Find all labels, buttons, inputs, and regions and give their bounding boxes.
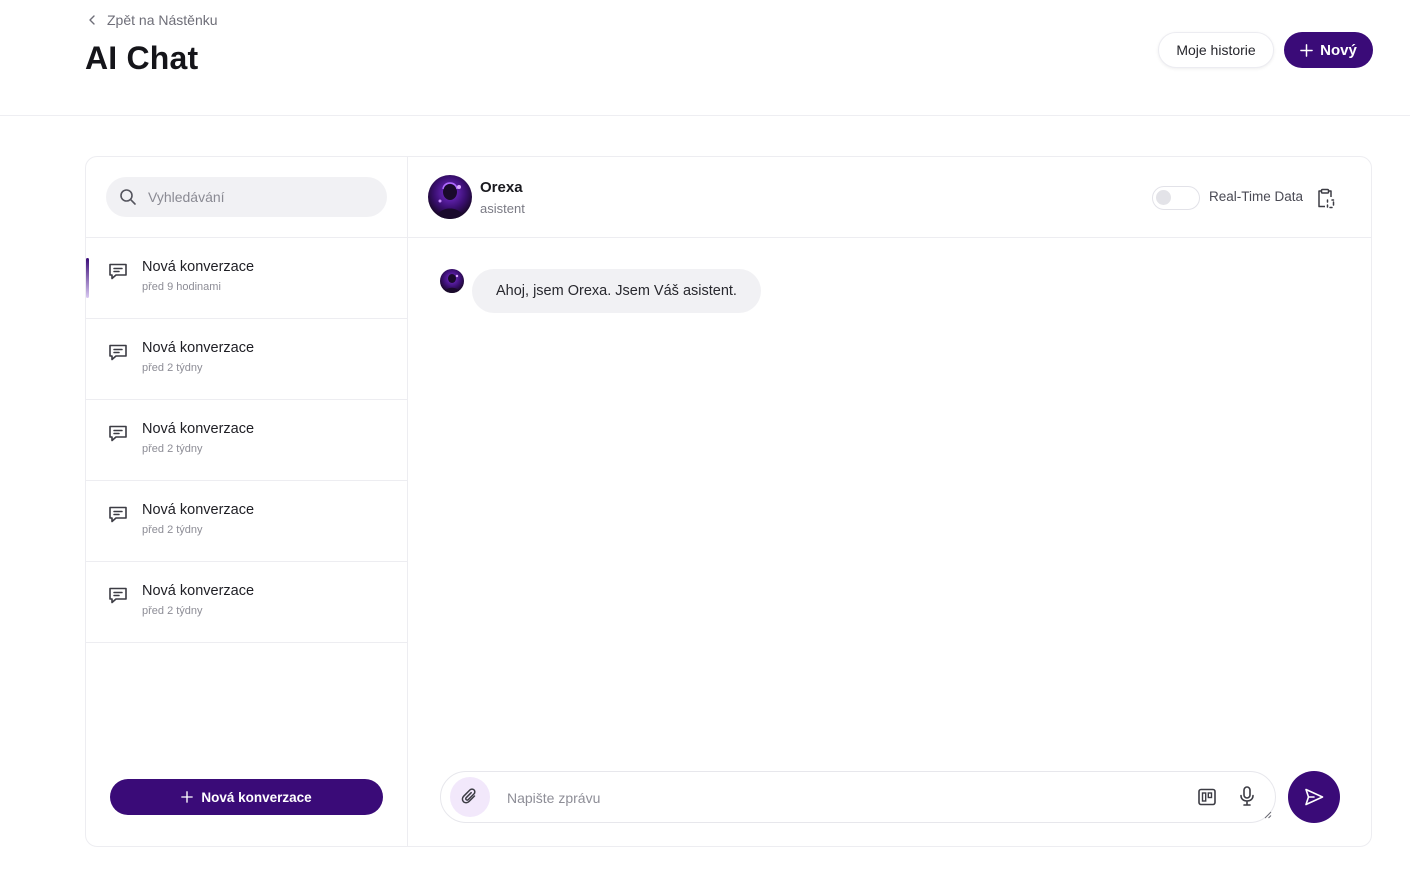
board-icon[interactable] xyxy=(1197,787,1217,807)
conversation-item[interactable]: Nová konverzace před 2 týdny xyxy=(86,319,407,400)
search-box[interactable] xyxy=(106,177,387,217)
send-icon xyxy=(1305,788,1324,806)
message-composer xyxy=(440,771,1276,823)
conversation-time: před 2 týdny xyxy=(142,605,203,617)
chat-bubble-icon xyxy=(109,587,127,604)
chat-bubble-icon xyxy=(109,425,127,442)
paperclip-icon xyxy=(461,788,476,804)
conversation-title: Nová konverzace xyxy=(142,340,255,356)
assistant-message-bubble: Ahoj, jsem Orexa. Jsem Váš asistent. xyxy=(472,269,761,313)
search-icon xyxy=(120,189,136,205)
assistant-name: Orexa xyxy=(480,179,523,196)
conversation-sidebar: Nová konverzace před 9 hodinami Nová kon… xyxy=(86,157,408,846)
conversation-time: před 2 týdny xyxy=(142,443,203,455)
search-input[interactable] xyxy=(146,188,370,206)
new-button[interactable]: Nový xyxy=(1284,32,1373,68)
toggle-knob xyxy=(1156,190,1171,205)
chat-bubble-icon xyxy=(109,344,127,361)
clipboard-icon[interactable] xyxy=(1314,187,1336,209)
assistant-avatar xyxy=(428,175,472,219)
conversation-list: Nová konverzace před 9 hodinami Nová kon… xyxy=(86,238,407,643)
plus-icon xyxy=(181,791,194,803)
conversation-item[interactable]: Nová konverzace před 9 hodinami xyxy=(86,238,407,319)
message-input[interactable] xyxy=(505,786,1169,810)
conversation-title: Nová konverzace xyxy=(142,583,255,599)
chat-bubble-icon xyxy=(109,263,127,280)
conversation-time: před 9 hodinami xyxy=(142,281,221,293)
microphone-icon[interactable] xyxy=(1237,785,1257,807)
message-avatar xyxy=(440,269,464,293)
assistant-role: asistent xyxy=(480,201,525,216)
plus-icon xyxy=(1300,43,1313,57)
conversation-item[interactable]: Nová konverzace před 2 týdny xyxy=(86,562,407,643)
attach-button[interactable] xyxy=(450,777,490,817)
conversation-time: před 2 týdny xyxy=(142,524,203,536)
new-conversation-button[interactable]: Nová konverzace xyxy=(110,779,383,815)
conversation-item[interactable]: Nová konverzace před 2 týdny xyxy=(86,400,407,481)
conversation-time: před 2 týdny xyxy=(142,362,203,374)
chat-header-divider xyxy=(408,237,1371,238)
chevron-left-icon xyxy=(89,15,95,25)
conversation-title: Nová konverzace xyxy=(142,421,255,437)
page-title: AI Chat xyxy=(85,40,199,76)
chat-bubble-icon xyxy=(109,506,127,523)
back-link-label: Zpět na Nástěnku xyxy=(107,12,218,28)
conversation-title: Nová konverzace xyxy=(142,502,255,518)
conversation-item[interactable]: Nová konverzace před 2 týdny xyxy=(86,481,407,562)
header-divider xyxy=(0,115,1410,116)
back-to-dashboard-link[interactable]: Zpět na Nástěnku xyxy=(86,12,218,28)
send-button[interactable] xyxy=(1288,771,1340,823)
conversation-title: Nová konverzace xyxy=(142,259,255,275)
realtime-data-label: Real-Time Data xyxy=(1209,189,1304,204)
realtime-data-toggle[interactable] xyxy=(1152,186,1200,210)
chat-card: Nová konverzace před 9 hodinami Nová kon… xyxy=(85,156,1372,847)
my-history-button[interactable]: Moje historie xyxy=(1158,32,1274,68)
resize-grip-icon[interactable] xyxy=(1264,811,1272,819)
new-conversation-label: Nová konverzace xyxy=(201,789,312,805)
new-button-label: Nový xyxy=(1320,41,1357,59)
chat-panel: Orexa asistent Real-Time Data Ahoj, jsem… xyxy=(408,157,1371,846)
